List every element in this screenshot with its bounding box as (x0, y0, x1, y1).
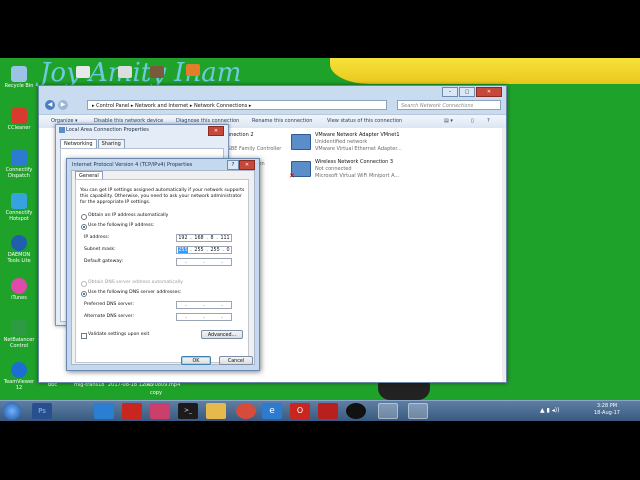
close-button[interactable]: ✕ (208, 126, 224, 136)
screen-recorder-icon[interactable] (150, 403, 170, 419)
cancel-button[interactable]: Cancel (219, 356, 253, 365)
system-clock[interactable]: 3:28 PM 18-Aug-17 (594, 403, 620, 417)
disconnected-x-icon: ✕ (289, 172, 295, 180)
dialog-title: Internet Protocol Version 4 (TCP/IPv4) P… (72, 162, 193, 168)
desktop-image-icon[interactable] (150, 66, 164, 78)
radio-auto-ip[interactable] (81, 214, 87, 220)
ok-button[interactable]: OK (181, 356, 211, 365)
ccleaner-icon (11, 108, 27, 124)
chrome-icon[interactable] (236, 403, 256, 419)
desktop-icon-daemon-tools[interactable]: DAEMON Tools Lite (2, 235, 36, 264)
radio-auto-dns-label: Obtain DNS server address automatically (88, 280, 183, 285)
default-gateway-input[interactable]: ... (176, 258, 232, 266)
desktop-icon-ccleaner[interactable]: CCleaner (2, 108, 36, 131)
ip-address-input[interactable]: 192. 168. 8. 111 (176, 234, 232, 242)
itunes-icon (11, 278, 27, 294)
desktop-icon-netbalancer[interactable]: NetBalancer Control (2, 320, 36, 349)
list-item[interactable]: nnection 2 GBE Family Controller (227, 132, 281, 153)
preferred-dns-label: Preferred DNS server: (84, 302, 134, 307)
tray-icons[interactable]: ▲ ▮ ◂)) (540, 407, 559, 414)
tab-bar: Networking Sharing (60, 139, 126, 148)
photoshop-icon[interactable]: Ps (32, 403, 52, 419)
help-button[interactable]: ? (227, 160, 239, 170)
wallpaper-band (330, 58, 640, 84)
desktop-icon-itunes[interactable]: iTunes (2, 278, 36, 301)
explorer-taskbar-icon[interactable] (408, 403, 428, 419)
validate-label: Validate settings upon exit (88, 332, 150, 337)
start-button-icon[interactable] (3, 402, 21, 420)
list-item[interactable]: VMware Network Adapter VMnet1 Unidentifi… (315, 132, 402, 153)
rename-button[interactable]: Rename this connection (252, 118, 312, 124)
recycle-bin-icon (11, 66, 27, 82)
close-button[interactable]: ✕ (476, 87, 502, 97)
general-panel: You can get IP settings assigned automat… (75, 179, 249, 363)
teamviewer-icon (11, 362, 27, 378)
window-controls: – ▢ ✕ (441, 87, 502, 97)
alternate-dns-label: Alternate DNS server: (84, 314, 135, 319)
desktop-icon-connectify-hotspot[interactable]: Connectify Hotspot (2, 193, 36, 222)
shark-app-icon[interactable] (94, 403, 114, 419)
desktop-file-icon[interactable] (76, 66, 90, 78)
address-bar[interactable]: ▸ Control Panel ▸ Network and Internet ▸… (87, 100, 387, 110)
command-prompt-icon[interactable]: >_ (178, 403, 198, 419)
network-icon (59, 127, 65, 133)
desktop-icon-teamviewer[interactable]: TeamViewer 12 (2, 362, 36, 391)
radio-auto-dns[interactable] (81, 281, 87, 287)
list-item[interactable]: Wireless Network Connection 3 Not connec… (315, 159, 399, 180)
subnet-mask-label: Subnet mask: (84, 247, 116, 252)
intro-text-line: for the appropriate IP settings. (80, 200, 151, 205)
view-status-button[interactable]: View status of this connection (327, 118, 402, 124)
tcpip-properties-dialog: Internet Protocol Version 4 (TCP/IPv4) P… (66, 158, 260, 371)
minimize-button[interactable]: – (442, 87, 458, 97)
desktop-app-icon[interactable] (186, 64, 200, 76)
network-adapter-icon (291, 134, 311, 150)
network-window-taskbar-icon[interactable] (378, 403, 398, 419)
advanced-button[interactable]: Advanced... (201, 330, 243, 339)
ruby-app-icon[interactable] (318, 403, 338, 419)
preferred-dns-input[interactable]: ... (176, 301, 232, 309)
dialog-title: Local Area Connection Properties (66, 127, 149, 133)
desktop-icon-connectify-dispatch[interactable]: Connectify Dispatch (2, 150, 36, 179)
folder-icon[interactable] (206, 403, 226, 419)
tab-sharing[interactable]: Sharing (97, 139, 125, 148)
acrobat-icon[interactable] (122, 403, 142, 419)
radio-manual-dns[interactable] (81, 291, 87, 297)
tab-networking[interactable]: Networking (60, 139, 97, 148)
help-icon[interactable]: ? (487, 118, 490, 124)
radio-manual-ip[interactable] (81, 224, 87, 230)
radio-manual-dns-label: Use the following DNS server addresses: (88, 290, 182, 295)
forward-arrow-icon[interactable]: ▶ (58, 100, 68, 110)
netbalancer-icon (11, 320, 27, 336)
validate-checkbox[interactable] (81, 333, 87, 339)
connectify-dispatch-icon (11, 150, 27, 166)
desktop-label[interactable]: copy (150, 390, 162, 396)
back-arrow-icon[interactable]: ◀ (45, 100, 55, 110)
preview-pane-icon[interactable]: ▯ (471, 118, 474, 124)
desktop-icon-recycle-bin[interactable]: Recycle Bin (2, 66, 36, 89)
opera-icon[interactable]: O (290, 403, 310, 419)
change-view-icon[interactable]: ▤ ▾ (444, 118, 453, 124)
internet-explorer-icon[interactable]: e (262, 403, 282, 419)
daemon-tools-icon (11, 235, 27, 251)
connectify-hotspot-icon (11, 193, 27, 209)
close-button[interactable]: ✕ (239, 160, 255, 170)
scrollbar[interactable] (502, 128, 506, 382)
radio-auto-ip-label: Obtain an IP address automatically (88, 213, 169, 218)
maximize-button[interactable]: ▢ (459, 87, 475, 97)
desktop-file-icon[interactable] (118, 66, 132, 78)
ip-address-label: IP address: (84, 235, 110, 240)
radio-manual-ip-label: Use the following IP address: (88, 223, 155, 228)
dialog-body: General You can get IP settings assigned… (71, 170, 255, 365)
taskbar: Ps >_ e O ▲ ▮ ◂)) 3:28 PM 18-Aug-17 (0, 400, 640, 421)
alternate-dns-input[interactable]: ... (176, 313, 232, 321)
search-input[interactable]: Search Network Connections (397, 100, 501, 110)
default-gateway-label: Default gateway: (84, 259, 124, 264)
subnet-mask-input[interactable]: 255. 255. 255. 0 (176, 246, 232, 254)
qq-icon[interactable] (346, 403, 366, 419)
